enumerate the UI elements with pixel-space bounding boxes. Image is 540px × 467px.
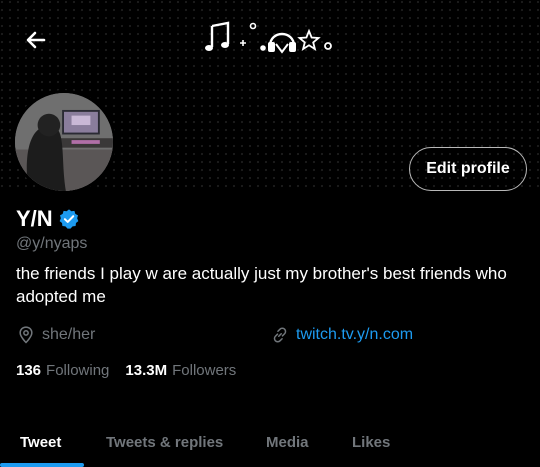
profile-tabs: Tweet Tweets & replies Media Likes <box>0 418 540 467</box>
arrow-left-icon <box>26 31 46 49</box>
verified-badge-icon <box>59 209 79 229</box>
active-tab-indicator <box>0 463 84 467</box>
tab-media[interactable]: Media <box>266 418 309 467</box>
followers-label: Followers <box>172 362 237 379</box>
star-icon <box>297 28 332 51</box>
avatar[interactable] <box>12 90 116 194</box>
following-stat[interactable]: 136 Following <box>16 362 109 379</box>
follow-stats: 136 Following 13.3M Followers <box>16 362 236 379</box>
tab-tweets[interactable]: Tweet <box>20 418 61 467</box>
following-count: 136 <box>16 362 42 379</box>
back-button[interactable] <box>18 24 54 56</box>
location-pin-icon <box>19 326 33 344</box>
pronouns-text: she/her <box>42 326 96 343</box>
music-notes-icon <box>205 21 230 51</box>
avatar-image <box>15 93 113 191</box>
website-item[interactable]: twitch.tv.y/n.com <box>270 325 413 345</box>
sparkle-icon <box>240 22 266 51</box>
pronouns-item: she/her <box>16 325 95 345</box>
profile-handle: @y/nyaps <box>16 235 88 252</box>
tab-tweets-replies[interactable]: Tweets & replies <box>106 418 223 467</box>
tab-likes[interactable]: Likes <box>352 418 390 467</box>
display-name: Y/N <box>16 206 53 231</box>
followers-stat[interactable]: 13.3M Followers <box>125 362 236 379</box>
headphones-icon <box>268 32 296 54</box>
display-name-row: Y/N <box>16 206 80 232</box>
banner-doodle <box>205 21 332 54</box>
edit-profile-button[interactable]: Edit profile <box>409 147 527 191</box>
website-link[interactable]: twitch.tv.y/n.com <box>296 326 413 344</box>
link-icon <box>273 327 287 343</box>
followers-count: 13.3M <box>125 362 168 379</box>
profile-bio: the friends I play w are actually just m… <box>16 264 507 306</box>
following-label: Following <box>46 362 110 379</box>
